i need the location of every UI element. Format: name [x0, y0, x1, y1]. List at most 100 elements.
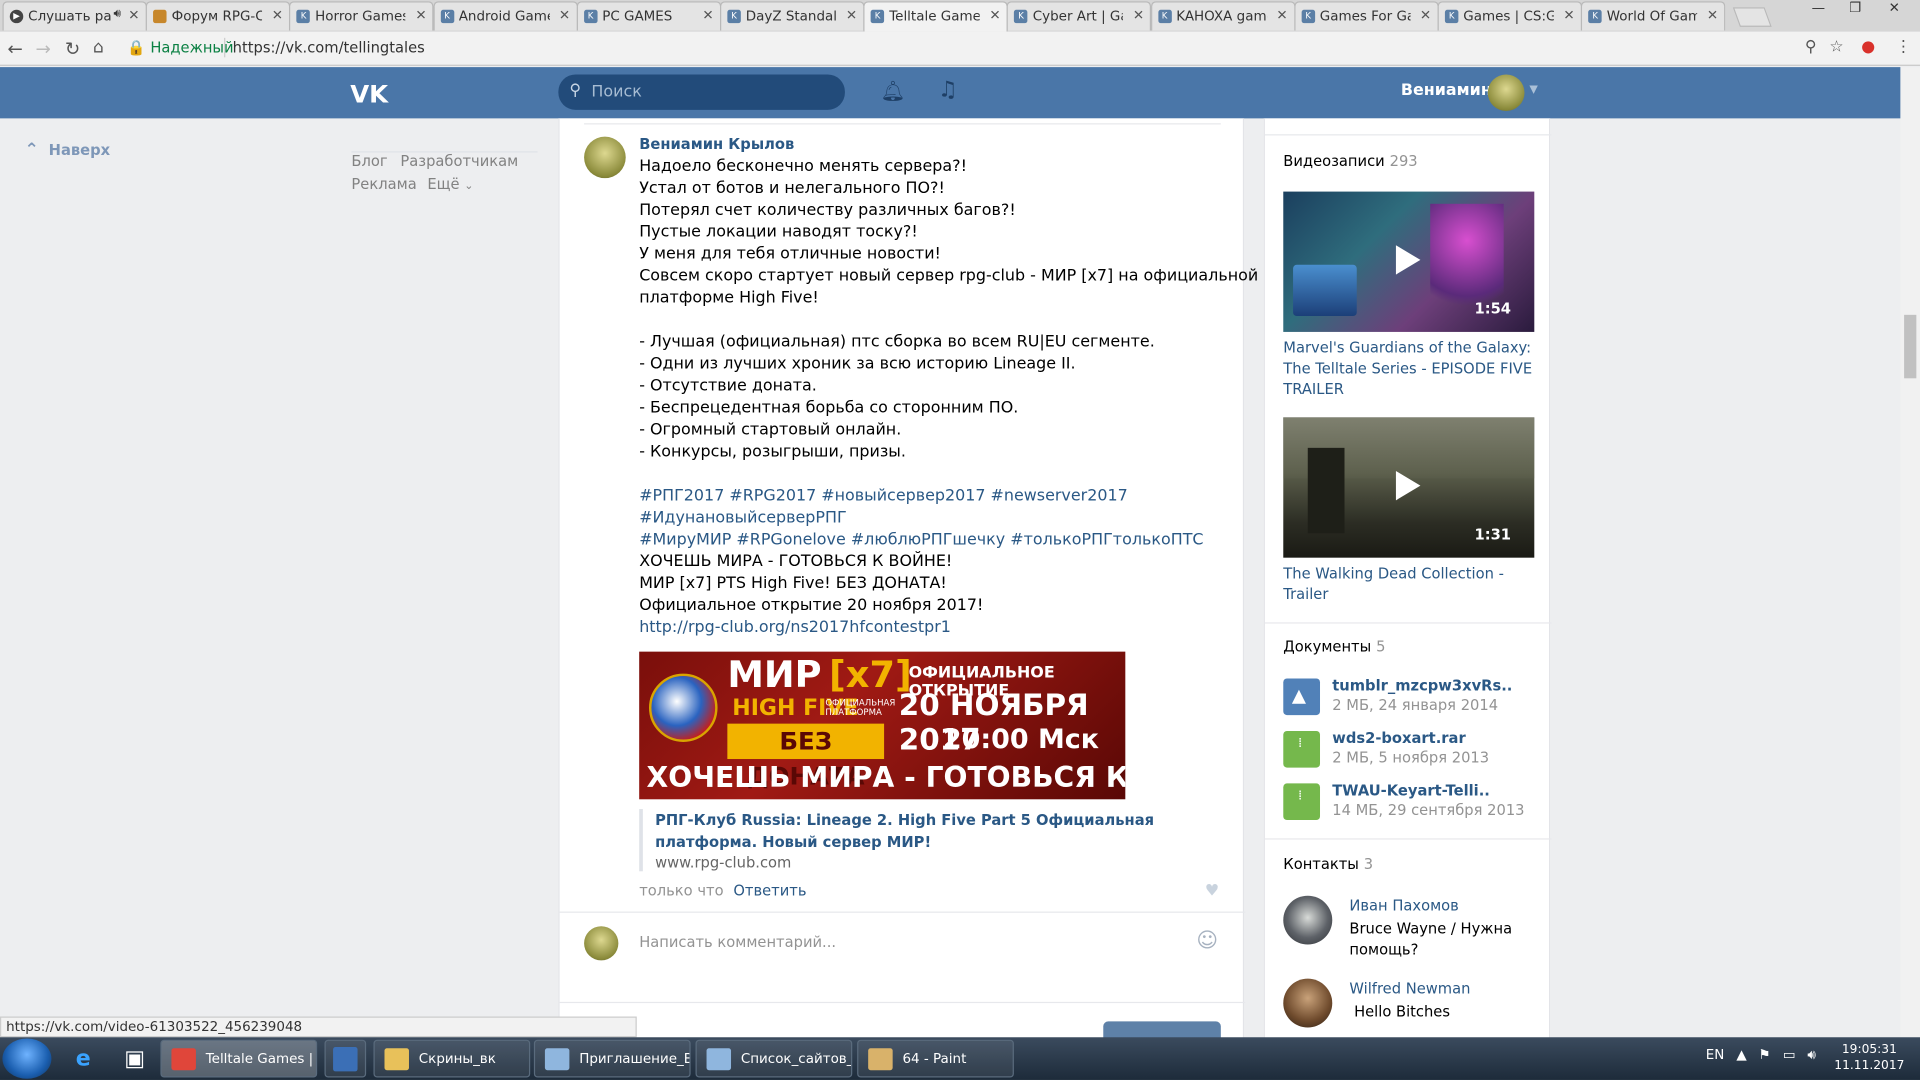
- link-developers[interactable]: Разработчикам: [400, 153, 518, 170]
- minimize-icon[interactable]: —: [1800, 0, 1837, 20]
- emoji-smiley-icon[interactable]: ☺: [1196, 929, 1218, 953]
- hashtags[interactable]: #ИдунановыйсерверРПГ: [639, 508, 1215, 530]
- user-avatar[interactable]: [1487, 74, 1525, 112]
- audio-playing-icon[interactable]: 🔊︎: [113, 7, 121, 20]
- close-tab-icon[interactable]: ✕: [1420, 7, 1431, 23]
- new-tab-button[interactable]: [1732, 7, 1772, 27]
- menu-icon[interactable]: ⋮: [1896, 38, 1912, 56]
- document-name[interactable]: tumblr_mzcpw3xvRs..: [1332, 677, 1512, 694]
- contact-avatar[interactable]: [1283, 895, 1333, 945]
- clock[interactable]: 19:05:31 11.11.2017: [1834, 1042, 1904, 1074]
- close-tab-icon[interactable]: ✕: [1276, 7, 1287, 23]
- post-author[interactable]: Вениамин Крылов: [639, 135, 794, 152]
- close-tab-icon[interactable]: ✕: [989, 7, 1000, 23]
- start-button[interactable]: [2, 1038, 52, 1079]
- internet-explorer-icon[interactable]: e: [59, 1041, 108, 1076]
- link-more[interactable]: Ещё ⌄: [427, 176, 473, 193]
- video-thumbnail[interactable]: 1:54: [1283, 191, 1535, 332]
- taskbar-task[interactable]: Список_сайтов_в...: [695, 1039, 853, 1078]
- close-tab-icon[interactable]: ✕: [128, 7, 139, 23]
- close-tab-icon[interactable]: ✕: [846, 7, 857, 23]
- close-tab-icon[interactable]: ✕: [1707, 7, 1718, 23]
- close-tab-icon[interactable]: ✕: [415, 7, 426, 23]
- bookmark-star-icon[interactable]: ☆: [1829, 38, 1843, 56]
- contact-name[interactable]: Иван Пахомов: [1349, 897, 1458, 914]
- language-indicator[interactable]: EN: [1706, 1047, 1725, 1063]
- contact-avatar[interactable]: [1283, 978, 1333, 1028]
- document-name[interactable]: TWAU-Keyart-Telli..: [1332, 782, 1490, 799]
- scrollbar-thumb[interactable]: [1904, 314, 1917, 379]
- taskbar-task[interactable]: Скрины_вк: [373, 1039, 531, 1078]
- video-thumbnail[interactable]: 1:31: [1283, 417, 1535, 558]
- home-icon[interactable]: ⌂: [93, 38, 104, 58]
- hashtags[interactable]: #РПГ2017 #RPG2017 #новыйсервер2017 #news…: [639, 486, 1215, 508]
- back-arrow-icon[interactable]: ←: [7, 38, 22, 60]
- browser-tab[interactable]: Форум RPG-CL ✕: [145, 1, 291, 31]
- browser-tab[interactable]: K KAHOXA game ✕: [1150, 1, 1296, 31]
- browser-tab[interactable]: K Games For Gam ✕: [1294, 1, 1439, 31]
- browser-tab[interactable]: ▶ Слушать ра 🔊︎ ✕: [2, 1, 147, 31]
- pinned-app-icon[interactable]: [324, 1039, 367, 1078]
- document-item[interactable]: ⁞ wds2-boxart.rar 2 МБ, 5 ноября 2013: [1283, 730, 1540, 770]
- like-heart-icon[interactable]: ♥: [1205, 882, 1219, 900]
- link-snippet[interactable]: РПГ-Клуб Russia: Lineage 2. High Five Pa…: [639, 809, 1227, 872]
- close-window-icon[interactable]: ✕: [1876, 0, 1913, 20]
- browser-tab[interactable]: K DayZ Standalo ✕: [720, 1, 865, 31]
- notifications-bell-icon[interactable]: 🔔︎: [880, 79, 905, 102]
- link-blog[interactable]: Блог: [351, 153, 387, 170]
- post-time[interactable]: только что: [639, 882, 723, 899]
- browser-tab[interactable]: K Telltale Games ✕: [863, 1, 1008, 32]
- tray-arrow-icon[interactable]: ▲: [1736, 1047, 1746, 1063]
- maximize-icon[interactable]: ❐: [1837, 0, 1874, 20]
- volume-icon[interactable]: 🔊︎: [1807, 1047, 1815, 1064]
- browser-tab[interactable]: K PC GAMES ✕: [576, 1, 721, 31]
- link-snippet-title[interactable]: РПГ-Клуб Russia: Lineage 2. High Five Pa…: [655, 809, 1227, 853]
- video-title[interactable]: The Walking Dead Collection - Trailer: [1283, 564, 1534, 605]
- close-tab-icon[interactable]: ✕: [1563, 7, 1574, 23]
- desktop-icon[interactable]: ▣: [110, 1041, 159, 1076]
- video-title[interactable]: Marvel's Guardians of the Galaxy: The Te…: [1283, 338, 1534, 400]
- network-icon[interactable]: ▭: [1783, 1047, 1796, 1063]
- document-name[interactable]: wds2-boxart.rar: [1332, 730, 1465, 747]
- comment-input[interactable]: Написать комментарий...: [639, 934, 836, 951]
- url-field[interactable]: https://vk.com/tellingtales: [233, 39, 425, 56]
- app-icon: [544, 1048, 570, 1071]
- videos-header[interactable]: Видеозаписи 293: [1283, 153, 1417, 170]
- chevron-down-icon[interactable]: ▼: [1529, 84, 1537, 96]
- vk-logo[interactable]: VK: [350, 79, 388, 108]
- link-ads[interactable]: Реклама: [351, 176, 416, 193]
- document-item[interactable]: ▲ tumblr_mzcpw3xvRs.. 2 МБ, 24 января 20…: [1283, 677, 1540, 717]
- contacts-header[interactable]: Контакты 3: [1283, 855, 1373, 872]
- contact-name[interactable]: Wilfred Newman: [1349, 980, 1470, 997]
- zoom-icon[interactable]: ⚲: [1805, 38, 1817, 56]
- back-to-top-button[interactable]: ⌃ Наверх: [24, 140, 110, 160]
- taskbar-task[interactable]: Приглашение_В...: [533, 1039, 691, 1078]
- user-name[interactable]: Вениамин: [1401, 82, 1492, 100]
- document-item[interactable]: ⁞ TWAU-Keyart-Telli.. 14 МБ, 29 сентября…: [1283, 782, 1540, 822]
- hashtags[interactable]: #МируМИР #RPGonelove #люблюРПГшечку #тол…: [639, 530, 1215, 552]
- browser-tab[interactable]: K Android Games ✕: [432, 1, 578, 31]
- taskbar-task[interactable]: 64 - Paint: [857, 1039, 1014, 1078]
- close-tab-icon[interactable]: ✕: [1133, 7, 1144, 23]
- post-banner-image[interactable]: МИР [x7] ОФИЦИАЛЬНОЕ ОТКРЫТИЕ HIGH FIVE …: [639, 651, 1126, 800]
- reload-icon[interactable]: ↻: [65, 38, 80, 60]
- secure-indicator[interactable]: 🔒 Надежный: [127, 39, 233, 56]
- post-link[interactable]: http://rpg-club.org/ns2017hfcontestpr1: [639, 617, 1215, 639]
- browser-tab[interactable]: K Horror Games R ✕: [289, 1, 434, 31]
- browser-tab[interactable]: K World Of Game ✕: [1581, 1, 1726, 31]
- extension-icon[interactable]: ●: [1861, 38, 1875, 56]
- page-scrollbar[interactable]: [1900, 67, 1920, 1038]
- close-tab-icon[interactable]: ✕: [702, 7, 713, 23]
- documents-header[interactable]: Документы 5: [1283, 638, 1385, 655]
- browser-tab[interactable]: K Cyber Art | Gar ✕: [1007, 1, 1152, 31]
- flag-icon[interactable]: ⚑: [1758, 1047, 1770, 1063]
- browser-tab[interactable]: K Games | CS:GO ✕: [1437, 1, 1583, 31]
- search-input[interactable]: ⚲ Поиск: [558, 74, 845, 110]
- forward-arrow-icon[interactable]: →: [36, 38, 51, 60]
- close-tab-icon[interactable]: ✕: [559, 7, 570, 23]
- reply-button[interactable]: Ответить: [733, 882, 806, 899]
- close-tab-icon[interactable]: ✕: [272, 7, 283, 23]
- taskbar-task[interactable]: Telltale Games | T...: [160, 1039, 318, 1078]
- music-note-icon[interactable]: ♫: [938, 77, 958, 103]
- author-avatar[interactable]: [584, 136, 626, 179]
